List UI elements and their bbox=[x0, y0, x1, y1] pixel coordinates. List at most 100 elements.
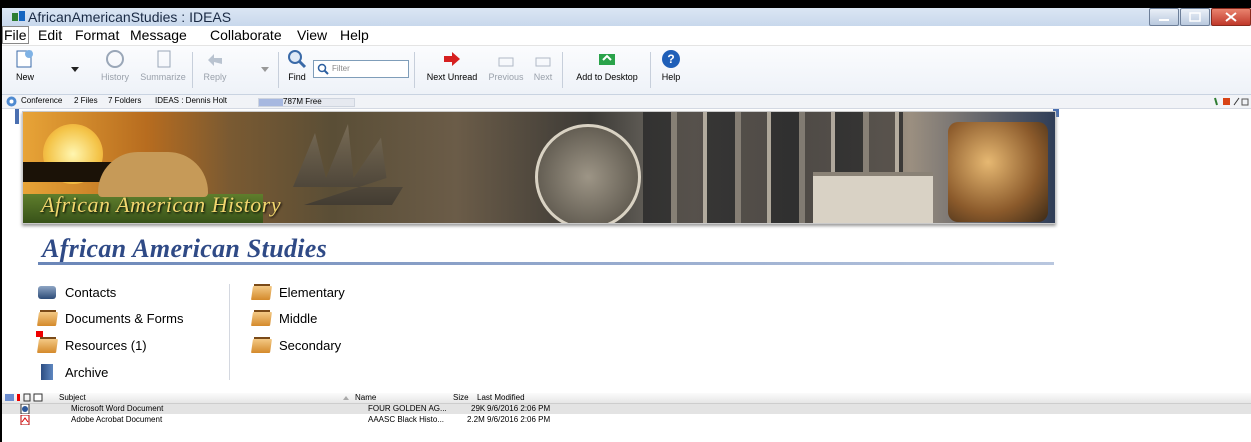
new-button[interactable]: New bbox=[10, 48, 40, 82]
word-doc-icon bbox=[20, 404, 30, 414]
add-to-desktop-icon bbox=[599, 54, 615, 65]
find-button[interactable]: Find bbox=[285, 48, 309, 82]
reply-dropdown-icon[interactable] bbox=[260, 65, 270, 73]
status-tool-icons[interactable] bbox=[1213, 96, 1249, 107]
menu-message[interactable]: Message bbox=[130, 27, 187, 43]
new-dropdown-icon[interactable] bbox=[70, 65, 80, 73]
summarize-label: Summarize bbox=[140, 72, 186, 82]
help-icon: ? bbox=[662, 50, 680, 68]
sort-ascending-icon bbox=[343, 396, 349, 400]
column-last-modified[interactable]: Last Modified bbox=[477, 393, 525, 402]
find-label: Find bbox=[288, 72, 306, 82]
next-unread-button[interactable]: Next Unread bbox=[422, 48, 482, 82]
previous-label: Previous bbox=[488, 72, 524, 82]
app-icon bbox=[12, 11, 25, 21]
close-button[interactable] bbox=[1211, 8, 1251, 26]
banner-student bbox=[948, 122, 1048, 222]
add-to-desktop-label: Add to Desktop bbox=[576, 72, 638, 82]
toolbar: New History Summarize Reply Find Filter bbox=[2, 46, 1251, 95]
file-list-header: Subject Name Size Last Modified bbox=[2, 393, 1251, 404]
summarize-button[interactable]: Summarize bbox=[139, 48, 187, 82]
link-secondary-label: Secondary bbox=[279, 338, 342, 353]
conference-icon bbox=[6, 96, 17, 107]
menu-file[interactable]: File bbox=[2, 26, 29, 44]
next-unread-icon bbox=[444, 52, 460, 66]
previous-icon bbox=[498, 57, 514, 67]
column-name[interactable]: Name bbox=[355, 393, 376, 402]
archive-icon bbox=[38, 364, 58, 380]
menu-view[interactable]: View bbox=[297, 27, 327, 43]
find-icon bbox=[288, 50, 307, 69]
banner-sphinx bbox=[98, 152, 208, 197]
table-row[interactable]: Adobe Acrobat Document AAASC Black Histo… bbox=[2, 415, 1251, 425]
link-contacts-label: Contacts bbox=[65, 285, 117, 300]
reply-label: Reply bbox=[203, 72, 227, 82]
file-count: 2 Files bbox=[74, 96, 98, 105]
title-bar: AfricanAmericanStudies : IDEAS bbox=[2, 8, 1251, 26]
minimize-icon bbox=[1159, 19, 1169, 21]
filter-input[interactable]: Filter bbox=[313, 60, 409, 78]
link-resources-label: Resources (1) bbox=[65, 338, 147, 353]
free-space-fill bbox=[259, 99, 283, 106]
previous-button[interactable]: Previous bbox=[486, 48, 526, 82]
page-title: African American Studies bbox=[42, 234, 328, 263]
link-documents-forms-label: Documents & Forms bbox=[65, 311, 184, 326]
row-subject: Microsoft Word Document bbox=[71, 404, 164, 413]
reply-button[interactable]: Reply bbox=[200, 48, 230, 82]
maximize-button[interactable] bbox=[1180, 8, 1210, 26]
link-elementary-label: Elementary bbox=[279, 285, 345, 300]
toolbar-separator bbox=[278, 52, 279, 88]
minimize-button[interactable] bbox=[1149, 8, 1179, 26]
history-label: History bbox=[100, 72, 129, 82]
menu-edit[interactable]: Edit bbox=[38, 27, 62, 43]
toolbar-separator bbox=[650, 52, 651, 88]
row-name: FOUR GOLDEN AG... bbox=[368, 404, 447, 413]
content-area: African American History African America… bbox=[2, 109, 1251, 392]
folder-flag-icon bbox=[36, 331, 58, 353]
row-subject: Adobe Acrobat Document bbox=[71, 415, 163, 424]
row-name: AAASC Black Histo... bbox=[368, 415, 445, 424]
toolbar-separator bbox=[414, 52, 415, 88]
add-to-desktop-button[interactable]: Add to Desktop bbox=[568, 48, 646, 82]
next-icon bbox=[535, 57, 551, 67]
toolbar-separator bbox=[192, 52, 193, 88]
free-space-bar: 787M Free bbox=[258, 97, 355, 107]
link-archive-label: Archive bbox=[65, 365, 109, 380]
banner-medallion bbox=[535, 124, 641, 223]
row-modified: 9/6/2016 2:06 PM bbox=[487, 404, 551, 413]
banner-ship bbox=[293, 124, 403, 205]
folder-icon bbox=[37, 310, 58, 326]
list-header-icons[interactable] bbox=[4, 393, 52, 403]
new-label: New bbox=[15, 72, 34, 82]
app-window: AfricanAmericanStudies : IDEAS File Edit… bbox=[2, 8, 1251, 442]
row-size: 2.2M bbox=[467, 415, 485, 424]
menu-format[interactable]: Format bbox=[75, 27, 119, 43]
folder-icon bbox=[251, 310, 272, 326]
svg-text:?: ? bbox=[667, 52, 674, 66]
history-banner: African American History bbox=[22, 111, 1056, 224]
history-button[interactable]: History bbox=[98, 48, 132, 82]
link-middle-label: Middle bbox=[279, 311, 318, 326]
menu-collaborate[interactable]: Collaborate bbox=[210, 27, 282, 43]
folder-count: 7 Folders bbox=[108, 96, 142, 105]
help-label: Help bbox=[661, 72, 681, 82]
help-button[interactable]: ? Help bbox=[658, 48, 684, 82]
menu-bar: File Edit Format Message Collaborate Vie… bbox=[2, 26, 1251, 46]
column-subject[interactable]: Subject bbox=[59, 393, 86, 402]
column-size[interactable]: Size bbox=[453, 393, 469, 402]
window-title: AfricanAmericanStudies : IDEAS bbox=[28, 9, 232, 25]
filter-placeholder: Filter bbox=[332, 64, 350, 73]
new-icon bbox=[16, 50, 33, 68]
menu-help[interactable]: Help bbox=[340, 27, 369, 43]
maximize-icon bbox=[1189, 12, 1201, 22]
next-label: Next bbox=[533, 72, 553, 82]
location-strip: Conference 2 Files 7 Folders IDEAS : Den… bbox=[2, 95, 1251, 109]
pdf-icon bbox=[20, 415, 30, 425]
next-button[interactable]: Next bbox=[529, 48, 557, 82]
banner-building bbox=[813, 172, 933, 223]
contacts-icon bbox=[38, 284, 58, 300]
reply-icon bbox=[208, 54, 222, 66]
title-underline bbox=[38, 262, 1054, 265]
filter-search-icon bbox=[317, 63, 329, 75]
table-row[interactable]: Microsoft Word Document FOUR GOLDEN AG..… bbox=[2, 404, 1251, 414]
